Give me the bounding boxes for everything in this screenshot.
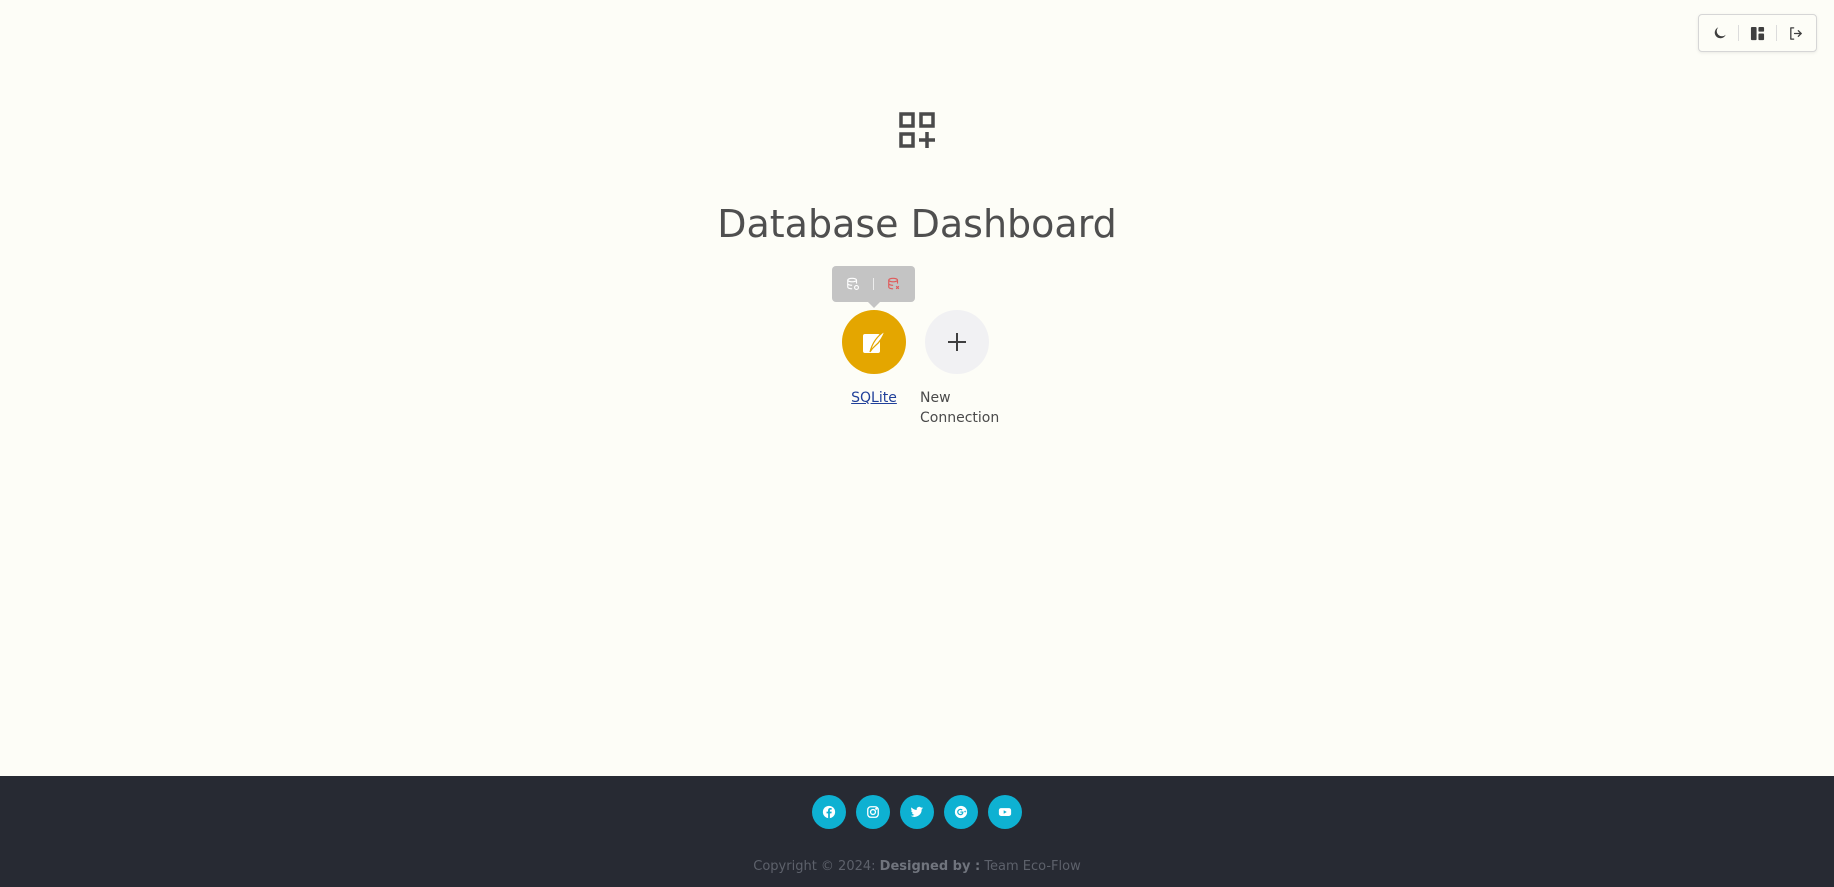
logout-icon: [1789, 26, 1802, 40]
instagram-link[interactable]: [856, 795, 890, 829]
new-connection-button[interactable]: [925, 310, 989, 374]
copyright: Copyright © 2024: Designed by : Team Eco…: [0, 859, 1834, 874]
facebook-link[interactable]: [812, 795, 846, 829]
connection-actions-tooltip: [832, 266, 915, 308]
copyright-prefix: Copyright © 2024:: [753, 859, 876, 874]
layout-icon: [1750, 26, 1765, 40]
sqlite-connection-button[interactable]: [842, 310, 906, 374]
social-links: [0, 795, 1834, 829]
team-name: Team Eco-Flow: [984, 859, 1081, 874]
connection-new: New Connection: [917, 310, 1000, 428]
sqlite-label: SQLite: [834, 388, 914, 408]
new-connection-label: New Connection: [920, 390, 1000, 426]
youtube-icon: [998, 808, 1012, 816]
twitter-icon: [910, 806, 924, 817]
theme-toggle-button[interactable]: [1705, 18, 1735, 48]
page: Database Dashboard SQLite New Connection…: [0, 0, 1834, 887]
page-title: Database Dashboard: [717, 202, 1117, 246]
facebook-icon: [822, 805, 836, 819]
edit-connection-button[interactable]: [842, 273, 864, 295]
tooltip-divider: [872, 278, 874, 290]
moon-icon: [1714, 27, 1726, 39]
database-remove-icon: [887, 277, 899, 290]
footer: Copyright © 2024: Designed by : Team Eco…: [0, 776, 1834, 887]
google-plus-link[interactable]: [944, 795, 978, 829]
database-settings-icon: [847, 277, 860, 290]
sqlite-link[interactable]: SQLite: [851, 390, 897, 406]
grid-plus-icon: [899, 112, 935, 148]
google-plus-icon: [954, 805, 968, 819]
top-toolbar: [1698, 14, 1817, 52]
toolbar-divider: [1738, 25, 1740, 41]
toolbar-divider: [1775, 25, 1777, 41]
logout-button[interactable]: [1780, 18, 1810, 48]
delete-connection-button[interactable]: [883, 273, 905, 295]
twitter-link[interactable]: [900, 795, 934, 829]
plus-icon: [948, 333, 966, 351]
designed-by-label: Designed by :: [879, 859, 981, 874]
feather-icon: [863, 329, 887, 353]
connection-sqlite: SQLite: [834, 310, 914, 408]
instagram-icon: [867, 806, 879, 818]
youtube-link[interactable]: [988, 795, 1022, 829]
layout-button[interactable]: [1742, 18, 1772, 48]
